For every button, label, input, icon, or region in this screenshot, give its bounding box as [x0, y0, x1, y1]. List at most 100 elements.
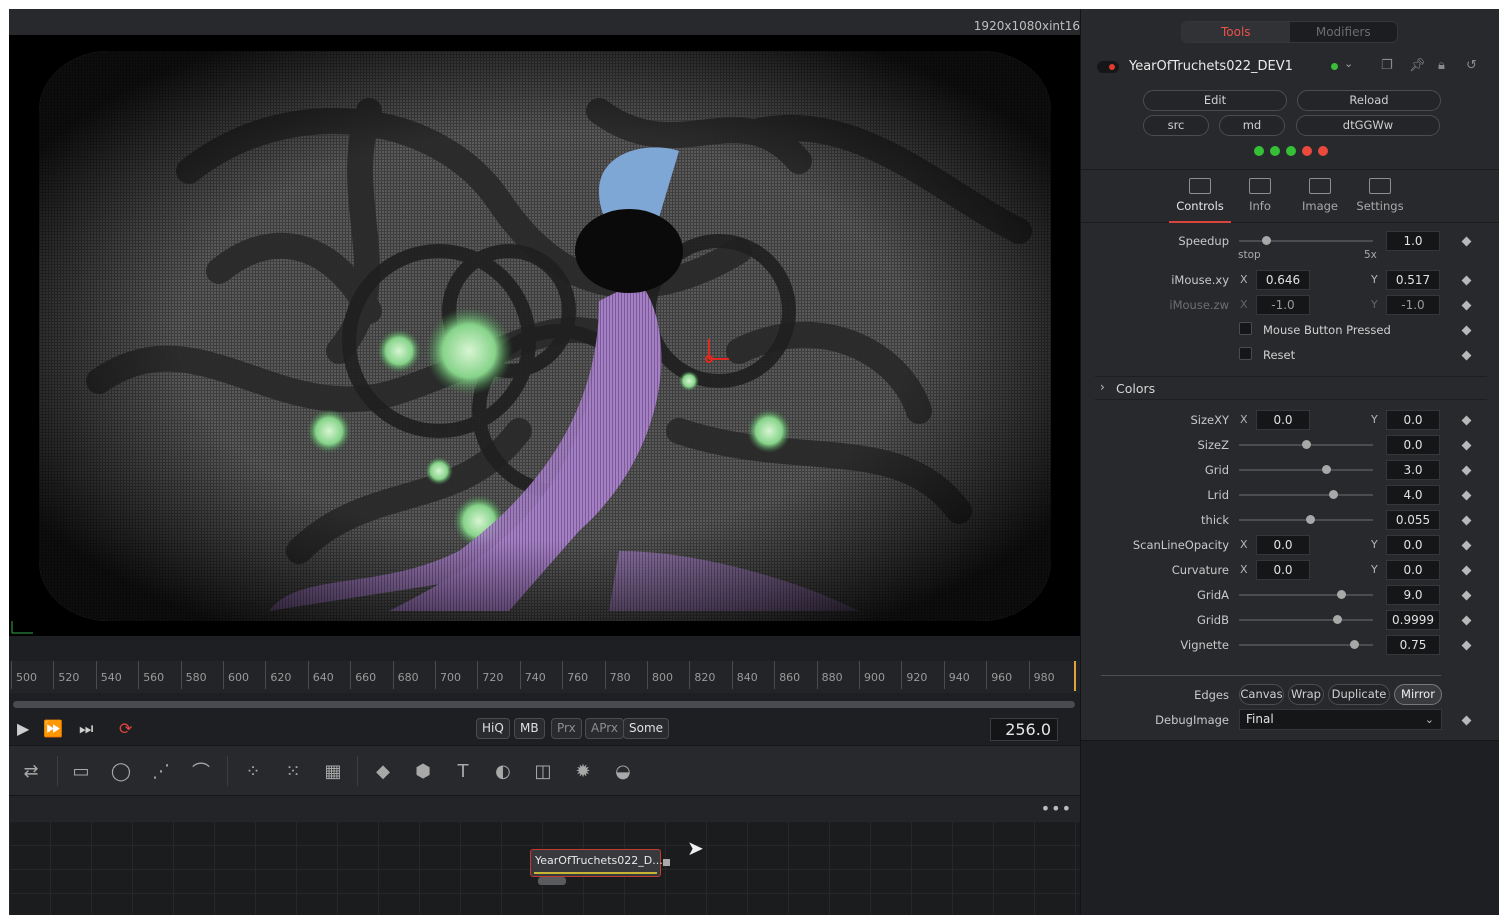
gridb-slider[interactable]	[1239, 615, 1373, 624]
sizez-slider[interactable]	[1239, 440, 1373, 449]
keyframe-icon[interactable]	[1461, 325, 1472, 336]
tab-modifiers[interactable]: Modifiers	[1290, 22, 1398, 42]
keyframe-icon[interactable]	[1461, 350, 1472, 361]
speedup-field[interactable]: 1.0	[1386, 231, 1440, 251]
text-3d-icon[interactable]: T	[449, 758, 477, 784]
playhead[interactable]	[1074, 661, 1076, 691]
keyframe-icon[interactable]	[1461, 565, 1472, 576]
merge-tool-icon[interactable]: ⇄	[17, 758, 45, 784]
imouse-x-field[interactable]: 0.646	[1256, 270, 1310, 290]
mb-button[interactable]: MB	[514, 718, 545, 739]
some-button[interactable]: Some	[623, 718, 670, 739]
grid-slider[interactable]	[1239, 465, 1373, 474]
slider-knob[interactable]	[1306, 515, 1316, 524]
keyframe-icon[interactable]	[1461, 440, 1472, 451]
imouse-y-field[interactable]: 0.517	[1386, 270, 1440, 290]
keyframe-icon[interactable]	[1461, 465, 1472, 476]
reset-icon[interactable]: ↺	[1466, 58, 1477, 73]
keyframe-icon[interactable]	[1461, 300, 1472, 311]
slider-knob[interactable]	[1332, 615, 1342, 624]
tool-color-dot[interactable]	[1331, 63, 1338, 70]
keyframe-icon[interactable]	[1461, 415, 1472, 426]
play-icon[interactable]: ▶	[17, 719, 29, 738]
keyframe-icon[interactable]	[1461, 275, 1472, 286]
grid-field[interactable]: 3.0	[1386, 460, 1440, 480]
tool-enable-toggle[interactable]	[1097, 61, 1119, 73]
tool-node[interactable]: YearOfTruchets022_D...	[530, 849, 663, 877]
chevron-right-icon[interactable]: ›	[1100, 380, 1105, 394]
node-editor[interactable]: YearOfTruchets022_D... ➤	[9, 821, 1080, 915]
sizexy-y-field[interactable]: 0.0	[1386, 410, 1440, 430]
shape-3d-icon[interactable]: ⬢	[409, 758, 437, 784]
timeline-ruler[interactable]: 500 520 540 560 580 600 620 640 660 680 700 720 740 7…	[9, 661, 1080, 693]
particle-image-icon[interactable]: ▦	[319, 758, 347, 784]
tab-tools[interactable]: Tools	[1182, 22, 1290, 42]
ellipse-mask-icon[interactable]: ◯	[107, 758, 135, 784]
current-frame-field[interactable]: 256.0	[990, 718, 1058, 741]
light-3d-icon[interactable]: ◒	[609, 758, 637, 784]
image-plane-3d-icon[interactable]: ◆	[369, 758, 397, 784]
edges-canvas-button[interactable]: Canvas	[1239, 684, 1284, 705]
thick-field[interactable]: 0.055	[1386, 510, 1440, 530]
keyframe-icon[interactable]	[1461, 640, 1472, 651]
lrid-field[interactable]: 4.0	[1386, 485, 1440, 505]
edges-wrap-button[interactable]: Wrap	[1288, 684, 1324, 705]
imouse-w-field[interactable]: -1.0	[1386, 295, 1440, 315]
keyframe-icon[interactable]	[1461, 515, 1472, 526]
slider-knob[interactable]	[1302, 440, 1311, 449]
node-input-port[interactable]	[538, 877, 566, 885]
more-options-icon[interactable]: •••	[1041, 799, 1072, 818]
curvature-x-field[interactable]: 0.0	[1256, 560, 1310, 580]
edges-mirror-button[interactable]: Mirror	[1394, 684, 1442, 705]
keyframe-icon[interactable]	[1461, 715, 1472, 726]
vignette-field[interactable]: 0.75	[1386, 635, 1440, 655]
thick-slider[interactable]	[1239, 515, 1373, 524]
debug-image-select[interactable]: Final ⌄	[1239, 709, 1442, 730]
keyframe-icon[interactable]	[1461, 540, 1472, 551]
slider-knob[interactable]	[1261, 236, 1271, 245]
lrid-slider[interactable]	[1239, 490, 1373, 499]
lock-icon[interactable]: 🔒︎	[1438, 58, 1445, 73]
viewer-canvas[interactable]	[9, 35, 1080, 636]
timeline-scrollbar[interactable]	[13, 701, 1075, 708]
vignette-slider[interactable]	[1239, 640, 1373, 649]
slider-knob[interactable]	[1328, 490, 1338, 499]
prx-button[interactable]: Prx	[551, 718, 582, 739]
pin-icon[interactable]: 📌︎	[1409, 58, 1426, 73]
fast-forward-icon[interactable]: ⏩	[43, 719, 63, 738]
dtggww-button[interactable]: dtGGWw	[1296, 115, 1440, 136]
loop-icon[interactable]: ⟳	[119, 719, 132, 738]
aprx-button[interactable]: APrx	[585, 718, 624, 739]
merge-3d-icon[interactable]: ◐	[489, 758, 517, 784]
versions-icon[interactable]: ❐	[1381, 58, 1393, 73]
rectangle-mask-icon[interactable]: ▭	[67, 758, 95, 784]
mouse-button-pressed-checkbox[interactable]	[1239, 322, 1252, 335]
keyframe-icon[interactable]	[1461, 490, 1472, 501]
skip-to-end-icon[interactable]: ⏭	[79, 719, 93, 739]
speedup-slider[interactable]	[1239, 236, 1373, 245]
tab-info[interactable]: Info	[1234, 178, 1286, 213]
slider-knob[interactable]	[1336, 590, 1346, 599]
grida-field[interactable]: 9.0	[1386, 585, 1440, 605]
hiq-button[interactable]: HiQ	[476, 718, 510, 739]
md-button[interactable]: md	[1219, 115, 1285, 136]
particle-emitter-icon[interactable]: ⁘	[239, 758, 267, 784]
camera-3d-icon[interactable]: ◫	[529, 758, 557, 784]
renderer-3d-icon[interactable]: ✹	[569, 758, 597, 784]
colors-group-header[interactable]: › Colors	[1095, 376, 1487, 400]
keyframe-icon[interactable]	[1461, 236, 1472, 247]
scanline-opacity-x-field[interactable]: 0.0	[1256, 535, 1310, 555]
tab-controls[interactable]: Controls	[1169, 178, 1231, 223]
imouse-z-field[interactable]: -1.0	[1256, 295, 1310, 315]
tab-image[interactable]: Image	[1294, 178, 1346, 213]
reload-button[interactable]: Reload	[1297, 90, 1441, 111]
sizexy-x-field[interactable]: 0.0	[1256, 410, 1310, 430]
curvature-y-field[interactable]: 0.0	[1386, 560, 1440, 580]
node-output-port[interactable]	[663, 859, 670, 866]
slider-knob[interactable]	[1322, 465, 1332, 474]
keyframe-icon[interactable]	[1461, 590, 1472, 601]
sizez-field[interactable]: 0.0	[1386, 435, 1440, 455]
grida-slider[interactable]	[1239, 590, 1373, 599]
particle-render-icon[interactable]: ⁙	[279, 758, 307, 784]
chevron-down-icon[interactable]: ⌄	[1344, 57, 1353, 70]
